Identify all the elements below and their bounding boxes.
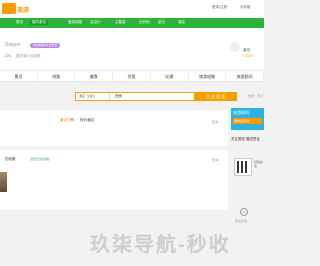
tab-hotels[interactable]: 特价酒店 <box>80 118 94 123</box>
mobile-link[interactable]: 手机版 <box>240 5 251 10</box>
category-guides[interactable]: 旅游攻略 <box>189 71 227 81</box>
nav-item-destinations[interactable]: 目的地 <box>139 20 150 25</box>
hot-search-label[interactable]: 热搜：西门 <box>248 94 263 98</box>
category-bar: 景点 线路 美食 住宿 交通 旅游攻略 旅游顾问 <box>0 70 265 82</box>
travelogue-count: 17029 <box>243 54 253 58</box>
login-link[interactable]: 登录/注册 <box>212 5 227 10</box>
nav-item-home[interactable]: 首页 <box>16 20 23 25</box>
nav-item-themes[interactable]: 主题游 <box>115 20 126 25</box>
avatar[interactable] <box>230 42 240 52</box>
nav-item-travelogue[interactable]: 游记 <box>158 20 165 25</box>
routes-more-link[interactable]: 更多> <box>212 158 220 162</box>
category-advisor[interactable]: 旅游顾问 <box>226 71 265 81</box>
nav-item-domestic[interactable]: 国内游记 <box>30 20 48 25</box>
qr-pattern <box>237 161 249 173</box>
nav-item-hotels[interactable]: 酒店 <box>178 20 185 25</box>
site-logo[interactable] <box>2 3 16 14</box>
city-description: 暂无简介信息哦 <box>16 54 41 58</box>
follow-badge[interactable]: 添加收藏/关注更多 <box>30 43 60 48</box>
feedback-icon[interactable]: ✎ <box>240 208 248 216</box>
category-transport[interactable]: 交通 <box>151 71 189 81</box>
destination-header <box>0 28 264 70</box>
search-button[interactable]: 百 文 搜 索 <box>194 92 237 101</box>
ad-line1: 旅游顾问 <box>233 110 249 115</box>
city-name: Saigon <box>5 42 21 48</box>
search-input[interactable] <box>112 93 190 100</box>
site-logo-text[interactable]: 旅游 <box>17 5 29 14</box>
ad-line2: 等你来咨询 <box>233 118 262 124</box>
routes-title: 的线路 <box>5 157 16 161</box>
routes-origin-link[interactable]: [西贡出发线路] <box>30 157 50 161</box>
travelogue-label: 游记 <box>243 48 250 52</box>
feedback-label[interactable]: 意见反馈 <box>235 219 247 223</box>
tab-tickets[interactable]: 景点门票 <box>60 118 74 123</box>
category-food[interactable]: 美食 <box>75 71 114 81</box>
watermark-text: 玖柒导航-秒收 <box>90 234 231 256</box>
advisor-ad[interactable]: 旅游顾问 等你来咨询 <box>231 108 264 130</box>
qr-caption: 扫码关注 <box>254 160 264 168</box>
search-type-select[interactable]: 酒店 全部 ▾ <box>76 93 110 100</box>
category-lodging[interactable]: 住宿 <box>113 71 151 81</box>
tickets-panel <box>0 110 228 146</box>
nav-item-guides[interactable]: 旅游攻略 <box>68 20 82 25</box>
tickets-more-link[interactable]: 更多> <box>212 120 220 124</box>
nav-item-free-travel[interactable]: 自由行 <box>90 20 101 25</box>
wechat-promo-title: 关注微信 赠送签证 <box>231 137 260 141</box>
weather-text: 27C <box>5 54 12 58</box>
route-thumbnail[interactable] <box>0 172 7 192</box>
category-routes[interactable]: 线路 <box>38 71 76 81</box>
category-sights[interactable]: 景点 <box>0 71 38 81</box>
